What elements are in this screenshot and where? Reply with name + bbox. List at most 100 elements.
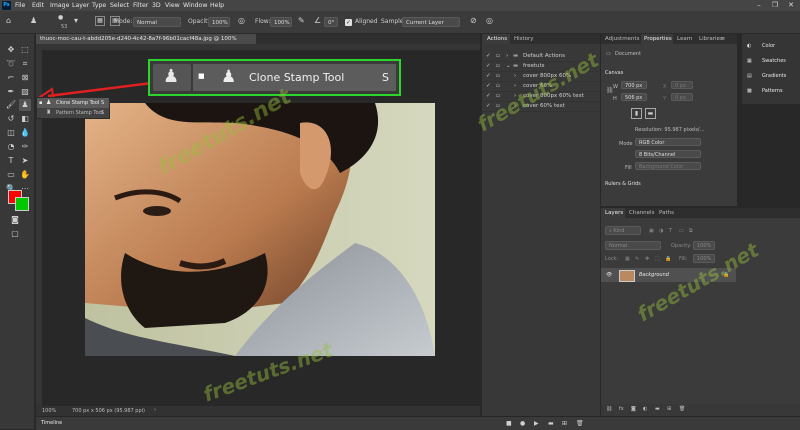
landscape-icon[interactable]: ▬ (645, 108, 656, 119)
layer-name[interactable]: Background (639, 272, 669, 278)
menu-window[interactable]: Window (183, 2, 207, 9)
tab-learn[interactable]: Learn (677, 36, 692, 42)
tab-paths[interactable]: Paths (659, 210, 674, 216)
x-input[interactable]: 0 px (671, 81, 693, 89)
new-layer-icon[interactable]: ⊞ (667, 406, 671, 412)
layer-opacity-input[interactable]: 100% (693, 241, 715, 250)
sample-select[interactable]: Current Layer (402, 17, 460, 27)
width-input[interactable]: 700 px (621, 81, 647, 89)
blur-tool-icon[interactable]: 💧 (19, 127, 31, 139)
timeline-tab[interactable]: Timeline (41, 420, 62, 426)
adjustment-layer-icon[interactable]: ◐ (643, 406, 647, 412)
move-tool-icon[interactable]: ✥ (5, 44, 17, 56)
y-input[interactable]: 0 px (671, 93, 693, 101)
dialog-toggle-icon[interactable]: ▫ (496, 71, 500, 81)
fill-select[interactable]: Background Color (635, 162, 701, 170)
dialog-toggle-icon[interactable]: ▫ (496, 81, 500, 91)
menu-view[interactable]: View (165, 2, 180, 9)
check-icon[interactable]: ✓ (486, 81, 491, 91)
angle-input[interactable]: 0° (324, 17, 338, 27)
new-set-icon[interactable]: ▬ (548, 420, 554, 427)
airbrush-icon[interactable]: ✎ (298, 16, 305, 26)
visibility-eye-icon[interactable]: 👁 (606, 272, 612, 278)
lock-paint-icon[interactable]: ✎ (635, 256, 639, 262)
crop-tool-icon[interactable]: ⌐ (5, 72, 17, 84)
menu-type[interactable]: Type (92, 2, 106, 9)
expand-icon[interactable]: ⌄ (506, 61, 511, 71)
ignore-adjustment-icon[interactable]: ⊘ (470, 16, 477, 26)
toggle-brush-panel-icon[interactable]: ▦ (95, 16, 105, 26)
object-select-icon[interactable]: ⌗ (19, 58, 31, 70)
record-icon[interactable]: ● (520, 420, 525, 427)
flyout-item-pattern-stamp[interactable]: ♜ Pattern Stamp Tool S (37, 108, 109, 118)
rectangle-tool-icon[interactable]: ▭ (5, 169, 17, 181)
link-icon[interactable]: ⛓ (606, 87, 614, 94)
menu-edit[interactable]: Edit (32, 2, 44, 9)
pen-tool-icon[interactable]: ✑ (19, 141, 31, 153)
menu-layer[interactable]: Layer (72, 2, 89, 9)
filter-adjustment-icon[interactable]: ◑ (659, 228, 663, 234)
quick-mask-icon[interactable]: ◙ (9, 214, 21, 226)
link-layers-icon[interactable]: ⛓ (606, 406, 612, 412)
swatches-icon[interactable]: ▦ (747, 58, 752, 64)
canvas-header[interactable]: Canvas (605, 70, 623, 76)
bit-depth-select[interactable]: 8 Bits/Channel (635, 150, 701, 158)
eraser-tool-icon[interactable]: ◧ (19, 113, 31, 125)
filter-shape-icon[interactable]: ▭ (679, 228, 684, 234)
check-icon[interactable]: ✓ (486, 71, 491, 81)
portrait-icon[interactable]: ▮ (631, 108, 642, 119)
background-color-swatch[interactable] (15, 197, 29, 211)
frame-tool-icon[interactable]: ⊠ (19, 72, 31, 84)
document-image[interactable] (85, 103, 435, 356)
check-icon[interactable]: ✓ (486, 61, 491, 71)
tab-channels[interactable]: Channels (629, 210, 654, 216)
pressure-size-icon[interactable]: ◎ (486, 16, 493, 26)
blend-mode-select[interactable]: Normal (605, 241, 661, 250)
brush-tool-icon[interactable]: 🖌 (5, 99, 17, 111)
rulers-grids-header[interactable]: Rulers & Grids (605, 181, 641, 187)
path-select-icon[interactable]: ➤ (19, 155, 31, 167)
group-icon[interactable]: ▬ (655, 406, 660, 412)
home-icon[interactable]: ⌂ (6, 16, 11, 26)
pressure-opacity-icon[interactable]: ◎ (238, 16, 245, 26)
hand-tool-icon[interactable]: ✋ (19, 169, 31, 181)
gradients-panel-button[interactable]: Gradients (762, 73, 786, 79)
menu-file[interactable]: File (15, 2, 25, 9)
panel-menu-icon[interactable]: ≡ (721, 36, 725, 42)
stamp-preset-icon[interactable]: ♟ (30, 16, 37, 26)
brush-settings-icon[interactable]: ▾ (74, 16, 78, 26)
menu-image[interactable]: Image (50, 2, 69, 9)
lock-all-icon[interactable]: 🔒 (665, 256, 671, 262)
tab-history[interactable]: History (514, 36, 534, 42)
dialog-toggle-icon[interactable]: ▫ (496, 61, 500, 71)
lock-artboard-icon[interactable]: ⬚ (655, 256, 660, 262)
flyout-item-clone-stamp[interactable]: ▪ ♟ Clone Stamp Tool S (37, 98, 109, 108)
color-panel-button[interactable]: Color (762, 43, 775, 49)
check-icon[interactable]: ✓ (486, 91, 491, 101)
screen-mode-icon[interactable]: ▢ (9, 228, 21, 240)
tab-properties[interactable]: Properties (644, 36, 672, 42)
patch-tool-icon[interactable]: ▨ (19, 86, 31, 98)
clone-stamp-tool-icon[interactable]: ♟ (19, 99, 31, 111)
brush-preview-icon[interactable]: ● (58, 13, 63, 23)
zoom-level[interactable]: 100% (42, 408, 56, 414)
close-icon[interactable]: ✕ (784, 1, 798, 10)
filter-smart-icon[interactable]: ⧉ (689, 228, 693, 234)
color-mode-select[interactable]: RGB Color (635, 138, 701, 146)
aligned-checkbox[interactable]: ✓ (345, 19, 352, 26)
document-tab[interactable]: thuoc-moc-cau-t-abdd205e-d240-4c42-8a7f-… (36, 34, 256, 52)
expand-icon[interactable]: › (514, 71, 516, 81)
layer-style-icon[interactable]: fx (619, 406, 624, 412)
type-tool-icon[interactable]: T (5, 155, 17, 167)
menu-help[interactable]: Help (210, 2, 224, 9)
patterns-icon[interactable]: ▩ (747, 88, 752, 94)
eyedropper-tool-icon[interactable]: ✒ (5, 86, 17, 98)
filter-pixel-icon[interactable]: ▣ (649, 228, 654, 234)
artboard-tool-icon[interactable]: ⬚ (19, 44, 31, 56)
mode-select[interactable]: Normal (133, 17, 181, 27)
menu-3d[interactable]: 3D (152, 2, 161, 9)
delete-layer-icon[interactable]: 🗑 (679, 406, 685, 412)
tab-layers[interactable]: Layers (605, 210, 623, 216)
color-icon[interactable]: ◐ (747, 43, 751, 49)
history-brush-icon[interactable]: ↺ (5, 113, 17, 125)
